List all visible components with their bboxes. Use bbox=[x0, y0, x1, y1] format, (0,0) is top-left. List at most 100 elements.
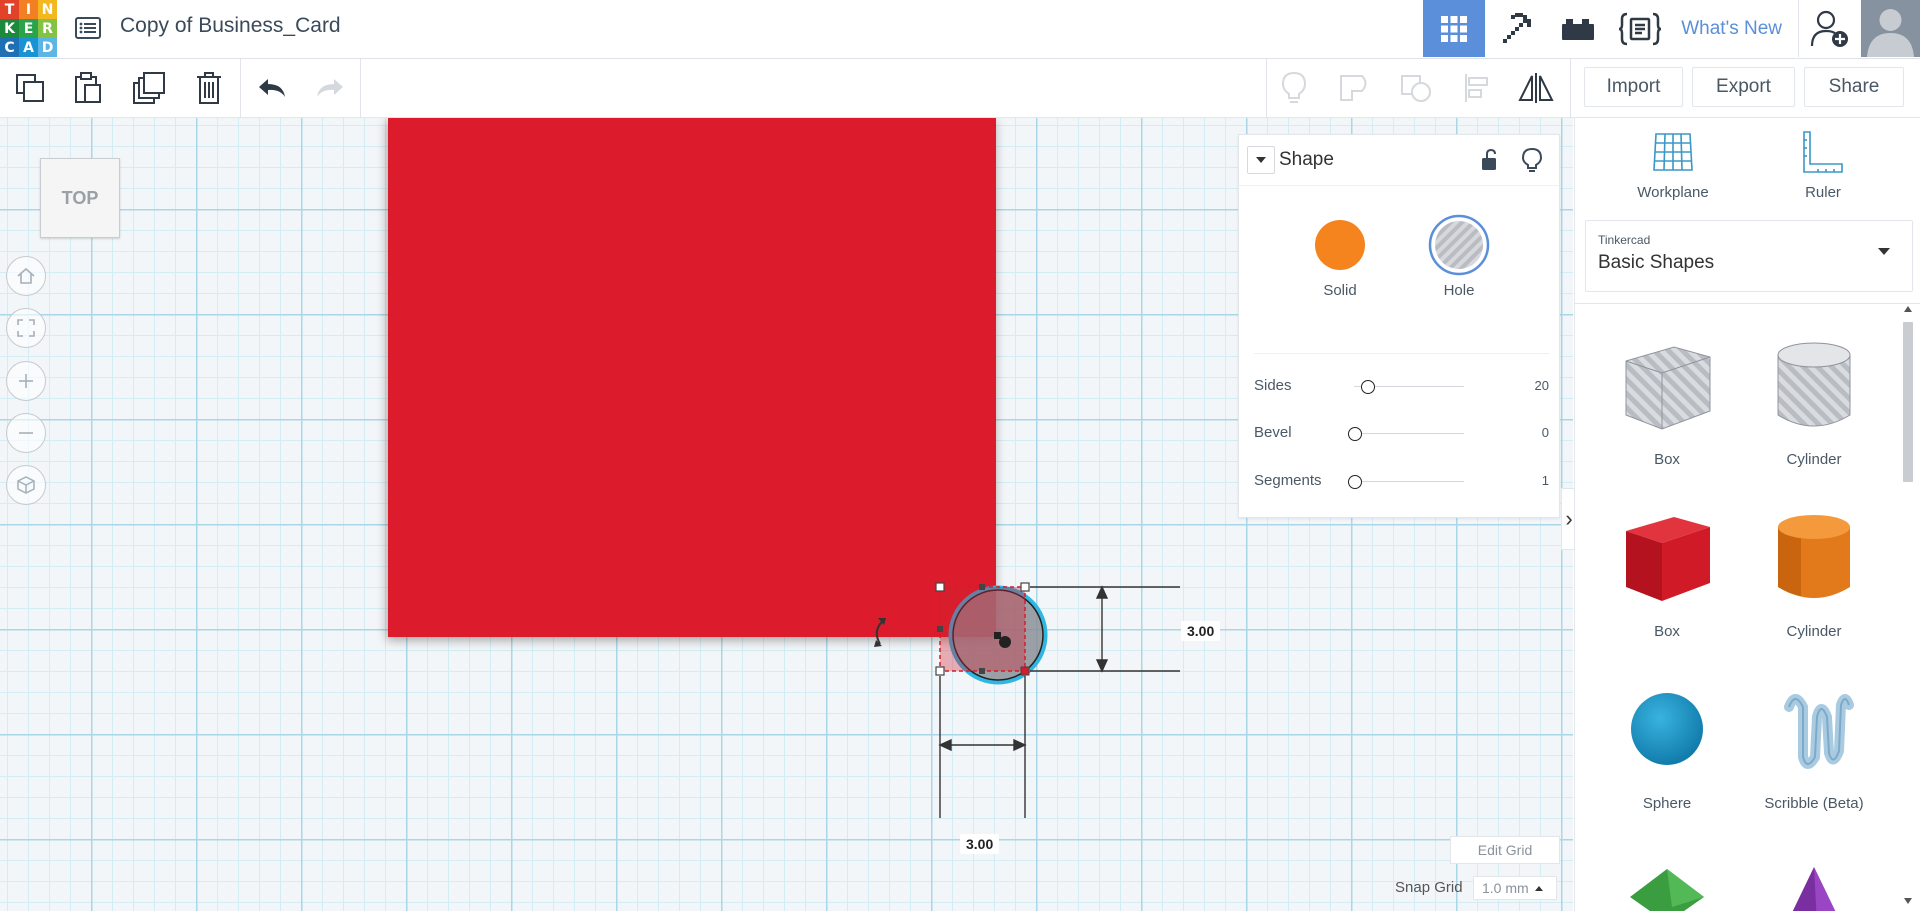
tinkercad-logo[interactable]: T I N K E R C A D bbox=[0, 0, 57, 57]
shape-box-hole[interactable]: Box bbox=[1597, 333, 1737, 468]
hole-option[interactable]: Hole bbox=[1419, 214, 1499, 299]
code-doc-icon bbox=[1619, 12, 1662, 45]
divider bbox=[360, 59, 361, 117]
import-button[interactable]: Import bbox=[1584, 67, 1683, 107]
duplicate-button[interactable] bbox=[130, 69, 168, 107]
segments-slider-track[interactable] bbox=[1354, 481, 1464, 482]
avatar-icon bbox=[1867, 9, 1914, 57]
share-button[interactable]: Share bbox=[1804, 67, 1904, 107]
shape-list-scrollbar[interactable] bbox=[1901, 304, 1915, 904]
invite-user-button[interactable] bbox=[1799, 0, 1861, 57]
copy-icon bbox=[16, 74, 44, 102]
notes-button[interactable] bbox=[1275, 69, 1313, 107]
undo-button[interactable] bbox=[253, 69, 291, 107]
rotate-handle[interactable] bbox=[874, 618, 886, 647]
width-dimension-label[interactable]: 3.00 bbox=[960, 834, 1000, 854]
shape-sphere[interactable]: Sphere bbox=[1597, 677, 1737, 812]
collapse-inspector-button[interactable] bbox=[1247, 146, 1275, 174]
divider bbox=[1575, 303, 1920, 304]
box-solid-icon bbox=[1626, 517, 1710, 601]
height-dimension bbox=[1030, 585, 1180, 673]
hide-button[interactable] bbox=[1521, 147, 1543, 178]
shape-scribble[interactable]: Scribble (Beta) bbox=[1744, 677, 1884, 812]
blocks-view-button[interactable] bbox=[1485, 0, 1547, 57]
shape-label: Sphere bbox=[1642, 795, 1692, 812]
shape-label: Box bbox=[1654, 623, 1680, 640]
center-handle[interactable] bbox=[994, 632, 1001, 639]
ruler-icon bbox=[1803, 131, 1843, 173]
3d-design-view-button[interactable] bbox=[1423, 0, 1486, 57]
bevel-slider-track[interactable] bbox=[1354, 433, 1464, 434]
design-title[interactable]: Copy of Business_Card bbox=[120, 14, 341, 38]
delete-button[interactable] bbox=[190, 69, 228, 107]
align-button[interactable] bbox=[1458, 69, 1496, 107]
group-button[interactable] bbox=[1336, 69, 1374, 107]
shape-library-select[interactable]: Tinkercad Basic Shapes bbox=[1585, 220, 1913, 292]
bevel-slider-knob[interactable] bbox=[1348, 427, 1362, 441]
export-button[interactable]: Export bbox=[1692, 67, 1795, 107]
right-panel: Workplane Ruler Tinkercad Basic Shapes B… bbox=[1574, 118, 1920, 911]
inspector-header: Shape bbox=[1239, 135, 1559, 186]
caret-down-icon bbox=[1878, 248, 1890, 255]
logo-letter: A bbox=[19, 38, 38, 57]
snap-grid-select[interactable]: 1.0 mm bbox=[1473, 876, 1557, 900]
library-name: Basic Shapes bbox=[1598, 252, 1715, 273]
shape-label: Cylinder bbox=[1786, 623, 1842, 640]
segments-property: Segments 1 bbox=[1254, 470, 1549, 494]
corner-handle-active[interactable] bbox=[1020, 666, 1030, 676]
logo-letter: R bbox=[38, 19, 57, 38]
logo-letter: E bbox=[19, 19, 38, 38]
sphere-icon bbox=[1631, 693, 1703, 765]
shape-label: Cylinder bbox=[1786, 451, 1842, 468]
user-avatar[interactable] bbox=[1861, 0, 1920, 57]
snap-grid-label: Snap Grid bbox=[1395, 879, 1463, 896]
redo-button[interactable] bbox=[311, 69, 349, 107]
lock-button[interactable] bbox=[1479, 148, 1501, 177]
library-provider: Tinkercad bbox=[1598, 233, 1651, 247]
workplane-icon bbox=[1653, 133, 1693, 171]
pickaxe-icon bbox=[1503, 12, 1532, 43]
height-dimension-label[interactable]: 3.00 bbox=[1181, 621, 1221, 641]
lightbulb-icon bbox=[1521, 147, 1543, 172]
solid-option[interactable]: Solid bbox=[1300, 217, 1380, 299]
mirror-button[interactable] bbox=[1517, 69, 1555, 107]
shape-inspector: Shape Solid Hole Sides 20 Bevel 0 Segmen… bbox=[1238, 134, 1560, 518]
duplicate-icon bbox=[133, 72, 165, 104]
shape-pyramid[interactable] bbox=[1744, 863, 1884, 911]
list-icon bbox=[75, 17, 101, 39]
bevel-value[interactable]: 0 bbox=[1542, 425, 1549, 440]
bricks-view-button[interactable] bbox=[1547, 0, 1609, 57]
ungroup-button[interactable] bbox=[1397, 69, 1435, 107]
lightbulb-icon bbox=[1281, 71, 1307, 103]
shape-label: Scribble (Beta) bbox=[1764, 795, 1864, 812]
workplane-tool[interactable]: Workplane bbox=[1613, 130, 1733, 201]
logo-letter: D bbox=[38, 38, 57, 57]
edit-grid-button[interactable]: Edit Grid bbox=[1450, 836, 1560, 864]
segments-value[interactable]: 1 bbox=[1542, 473, 1549, 488]
codeblocks-view-button[interactable] bbox=[1609, 0, 1671, 57]
scrollbar-thumb[interactable] bbox=[1903, 322, 1913, 482]
segments-slider-knob[interactable] bbox=[1348, 475, 1362, 489]
copy-button[interactable] bbox=[11, 69, 49, 107]
design-list-button[interactable] bbox=[72, 12, 104, 44]
redo-icon bbox=[317, 79, 343, 97]
align-icon bbox=[1465, 74, 1488, 102]
workplane-label: Workplane bbox=[1637, 184, 1709, 201]
pyramid-icon bbox=[1792, 867, 1836, 911]
shape-box[interactable]: Box bbox=[1597, 505, 1737, 640]
ruler-label: Ruler bbox=[1805, 184, 1841, 201]
scribble-icon bbox=[1784, 694, 1854, 769]
shape-cylinder[interactable]: Cylinder bbox=[1744, 505, 1884, 640]
ruler-tool[interactable]: Ruler bbox=[1763, 130, 1883, 201]
divider bbox=[1266, 59, 1267, 117]
solid-swatch-icon bbox=[1315, 220, 1365, 270]
shape-roof[interactable] bbox=[1597, 863, 1737, 911]
top-bar: T I N K E R C A D Copy of Business_Card … bbox=[0, 0, 1920, 59]
logo-letter: K bbox=[0, 19, 19, 38]
sides-value[interactable]: 20 bbox=[1535, 378, 1549, 393]
sides-slider-knob[interactable] bbox=[1361, 380, 1375, 394]
paste-button[interactable] bbox=[69, 69, 107, 107]
chevron-right-icon: › bbox=[1565, 506, 1573, 531]
whats-new-link[interactable]: What's New bbox=[1671, 0, 1798, 57]
shape-cylinder-hole[interactable]: Cylinder bbox=[1744, 333, 1884, 468]
